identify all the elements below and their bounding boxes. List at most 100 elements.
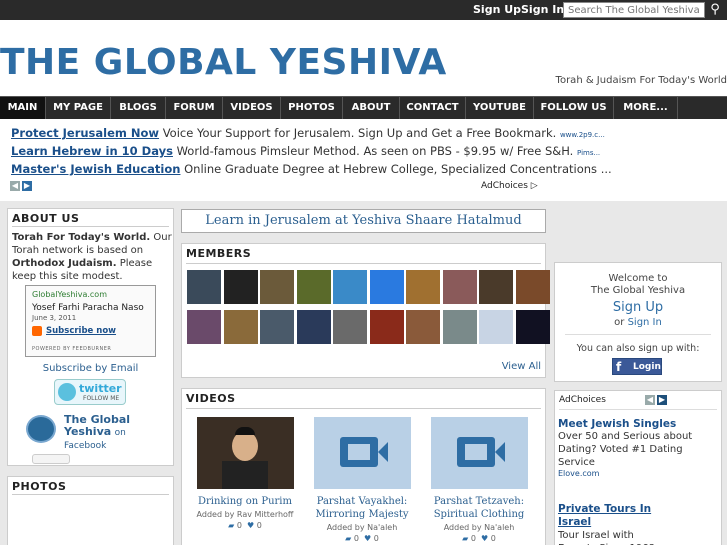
ad-next-button[interactable]: ▶ — [22, 181, 32, 191]
member-avatar[interactable] — [442, 270, 477, 304]
member-avatar[interactable] — [296, 310, 331, 344]
yeshiva-banner[interactable]: Learn in Jerusalem at Yeshiva Shaare Hat… — [181, 209, 546, 233]
members-panel: MEMBERS View All — [181, 243, 550, 378]
divider — [12, 494, 169, 495]
ad-link[interactable]: Learn Hebrew in 10 Days — [11, 144, 173, 158]
member-avatar[interactable] — [406, 270, 440, 304]
rss-icon[interactable] — [32, 326, 42, 336]
divider — [565, 334, 711, 335]
feed-site[interactable]: GlobalYeshiva.com — [32, 290, 107, 299]
nav-forum[interactable]: FORUM — [166, 97, 223, 119]
subscribe-now-link[interactable]: Subscribe now — [46, 326, 116, 336]
video-card[interactable]: Parshat Tetzaveh: Spiritual Clothing Add… — [429, 417, 529, 543]
like-count: 0 — [373, 534, 379, 543]
member-avatar[interactable] — [515, 310, 550, 344]
member-avatar[interactable] — [406, 310, 440, 344]
member-avatar[interactable] — [479, 310, 513, 344]
member-avatar[interactable] — [223, 270, 258, 304]
side-ad-item: Private Tours In Israel Tour Israel with… — [558, 503, 668, 545]
side-ad-next-button[interactable]: ▶ — [657, 395, 667, 405]
member-avatar[interactable] — [296, 270, 331, 304]
banner-text[interactable]: Learn in Jerusalem at Yeshiva Shaare Hat… — [182, 213, 545, 228]
video-title[interactable]: Drinking on Purim — [195, 495, 295, 508]
heart-icon: ♥ — [247, 521, 255, 530]
member-avatar[interactable] — [223, 310, 258, 344]
top-ads: Protect Jerusalem Now Voice Your Support… — [0, 119, 727, 201]
camera-lens — [377, 442, 388, 462]
video-thumbnail[interactable] — [196, 417, 294, 489]
comment-count: 0 — [236, 521, 242, 530]
about-bold-1: Torah For Today's World. — [12, 232, 151, 243]
nav-main[interactable]: MAIN — [0, 97, 46, 119]
member-avatar[interactable] — [333, 310, 367, 344]
ad-text: Voice Your Support for Jerusalem. Sign U… — [162, 126, 557, 140]
adchoices-label[interactable]: AdChoices ▷ — [481, 181, 538, 191]
subscribe-email-link[interactable]: Subscribe by Email — [8, 363, 173, 374]
nav-follow-us[interactable]: FOLLOW US — [534, 97, 614, 119]
adchoices-text[interactable]: AdChoices — [481, 181, 528, 191]
member-avatar[interactable] — [260, 310, 294, 344]
member-avatar[interactable] — [442, 310, 477, 344]
nav-videos[interactable]: VIDEOS — [223, 97, 281, 119]
ad-link[interactable]: Master's Jewish Education — [11, 162, 180, 176]
signup-link[interactable]: Sign Up — [473, 3, 521, 16]
nav-my-page[interactable]: MY PAGE — [46, 97, 111, 119]
comment-icon: ▰ — [345, 534, 352, 543]
nav-photos[interactable]: PHOTOS — [281, 97, 343, 119]
ad-url[interactable]: www.2p9.c... — [560, 131, 605, 139]
divider — [186, 408, 541, 409]
video-stats: ▰ 0 ♥ 0 — [195, 521, 295, 530]
facebook-like-button[interactable] — [32, 454, 70, 464]
side-ad-title[interactable]: Private Tours In Israel — [558, 503, 668, 529]
feed-title[interactable]: Yosef Farhi Paracha Naso — [32, 303, 144, 313]
facebook-link[interactable]: The Global Yeshiva on Facebook — [64, 414, 169, 452]
divider — [559, 409, 717, 410]
facebook-login-button[interactable]: f Login — [612, 358, 662, 375]
nav-youtube[interactable]: YOUTUBE — [466, 97, 534, 119]
member-avatar[interactable] — [369, 310, 404, 344]
ad-prev-button[interactable]: ◀ — [10, 181, 20, 191]
video-card[interactable]: Drinking on Purim Added by Rav Mitterhof… — [195, 417, 295, 530]
site-title[interactable]: THE GLOBAL YESHIVA — [0, 42, 447, 83]
side-adchoices-label[interactable]: AdChoices — [559, 395, 606, 405]
nav-contact[interactable]: CONTACT — [400, 97, 466, 119]
facebook-login-label: Login — [633, 362, 661, 372]
member-avatar[interactable] — [369, 270, 404, 304]
video-stats: ▰ 0 ♥ 0 — [312, 534, 412, 543]
like-count: 0 — [490, 534, 496, 543]
twitter-follow-button[interactable]: twitter FOLLOW ME — [54, 379, 126, 405]
nav-blogs[interactable]: BLOGS — [111, 97, 166, 119]
search-icon[interactable]: ⚲ — [706, 2, 724, 18]
comment-count: 0 — [470, 534, 476, 543]
view-all-members-link[interactable]: View All — [502, 361, 541, 372]
facebook-site[interactable]: Facebook — [64, 441, 106, 451]
side-ad-prev-button[interactable]: ◀ — [645, 395, 655, 405]
welcome-signin-link[interactable]: Sign In — [628, 317, 662, 328]
ad-link[interactable]: Protect Jerusalem Now — [11, 126, 159, 140]
member-avatar[interactable] — [479, 270, 513, 304]
facebook-icon: f — [616, 360, 622, 374]
member-avatar[interactable] — [187, 310, 221, 344]
search-input[interactable] — [563, 2, 705, 18]
video-thumbnail[interactable] — [313, 417, 411, 489]
nav-more[interactable]: MORE... — [614, 97, 678, 119]
ad-url[interactable]: Pims... — [577, 149, 600, 157]
member-avatar[interactable] — [333, 270, 367, 304]
video-thumbnail[interactable] — [430, 417, 528, 489]
video-author: Added by Rav Mitterhoff — [196, 510, 294, 519]
signin-link[interactable]: Sign In — [521, 3, 564, 16]
member-avatar[interactable] — [187, 270, 221, 304]
side-ad-title[interactable]: Meet Jewish Singles — [558, 418, 693, 430]
welcome-signup-link[interactable]: Sign Up — [555, 300, 721, 315]
video-card[interactable]: Parshat Vayakhel: Mirroring Majesty Adde… — [312, 417, 412, 543]
comment-icon: ▰ — [228, 521, 235, 530]
member-avatar[interactable] — [515, 270, 550, 304]
camera-screen — [464, 444, 487, 460]
video-title[interactable]: Parshat Tetzaveh: Spiritual Clothing — [429, 495, 529, 521]
photos-heading: PHOTOS — [12, 480, 67, 493]
member-avatar[interactable] — [260, 270, 294, 304]
video-title[interactable]: Parshat Vayakhel: Mirroring Majesty — [312, 495, 412, 521]
nav-about[interactable]: ABOUT — [343, 97, 400, 119]
ad-text: World-famous Pimsleur Method. As seen on… — [176, 144, 574, 158]
side-ad-url[interactable]: Elove.com — [558, 469, 693, 478]
